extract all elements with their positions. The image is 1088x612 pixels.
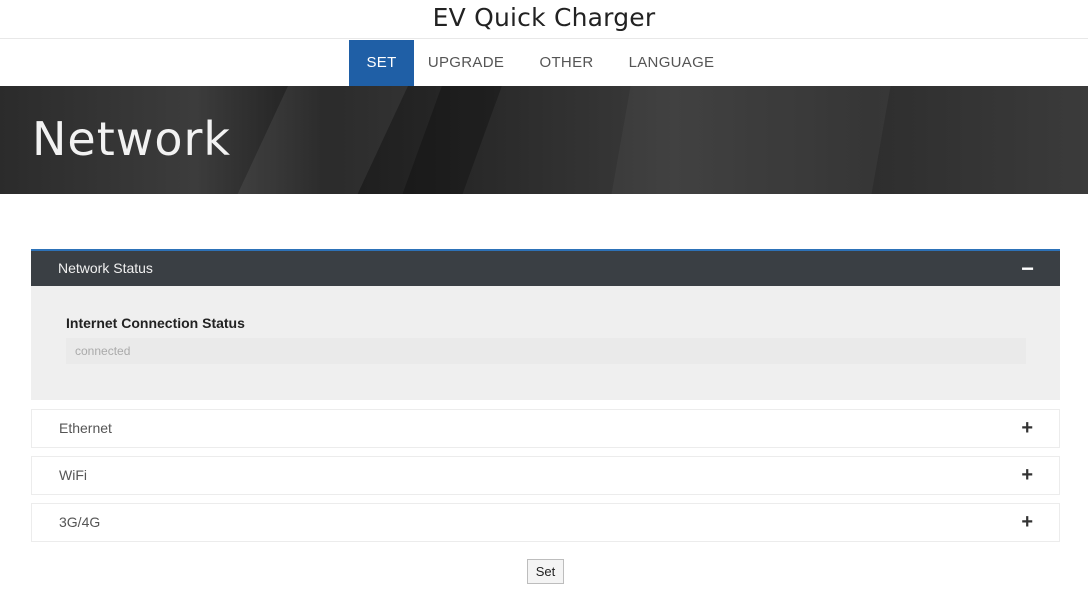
internet-connection-status-value: connected	[66, 338, 1026, 364]
tab-set[interactable]: SET	[349, 40, 414, 86]
internet-connection-status-label: Internet Connection Status	[66, 315, 245, 331]
hero-decoration	[387, 86, 513, 194]
panel-title: Network Status	[58, 260, 153, 276]
hero-decoration	[604, 86, 896, 194]
panel-header-network-status[interactable]: Network Status −	[31, 249, 1060, 286]
hero-decoration	[218, 86, 422, 194]
tab-upgrade[interactable]: UPGRADE	[421, 40, 511, 86]
expand-icon[interactable]: +	[1021, 410, 1033, 447]
panel-network-status: Network Status − Internet Connection Sta…	[31, 249, 1060, 400]
panel-body-network-status: Internet Connection Status connected	[31, 286, 1060, 400]
page-title: Network	[32, 112, 232, 166]
panel-header-ethernet[interactable]: Ethernet +	[32, 410, 1059, 447]
nav-tabs: SET UPGRADE OTHER LANGUAGE	[349, 40, 724, 86]
panel-title: 3G/4G	[59, 514, 101, 530]
tab-language[interactable]: LANGUAGE	[619, 40, 724, 86]
set-button[interactable]: Set	[527, 559, 564, 584]
top-nav: SET UPGRADE OTHER LANGUAGE	[0, 38, 1088, 86]
expand-icon[interactable]: +	[1021, 457, 1033, 494]
panel-title: Ethernet	[59, 420, 112, 436]
app-title: EV Quick Charger	[432, 3, 656, 32]
expand-icon[interactable]: +	[1021, 504, 1033, 541]
panel-ethernet: Ethernet +	[31, 409, 1060, 448]
panel-3g-4g: 3G/4G +	[31, 503, 1060, 542]
panel-wifi: WiFi +	[31, 456, 1060, 495]
collapse-icon[interactable]: −	[1021, 251, 1034, 286]
panel-header-3g-4g[interactable]: 3G/4G +	[32, 504, 1059, 541]
tab-other[interactable]: OTHER	[531, 40, 602, 86]
panel-header-wifi[interactable]: WiFi +	[32, 457, 1059, 494]
hero-banner: Network	[0, 86, 1088, 194]
panel-title: WiFi	[59, 467, 87, 483]
